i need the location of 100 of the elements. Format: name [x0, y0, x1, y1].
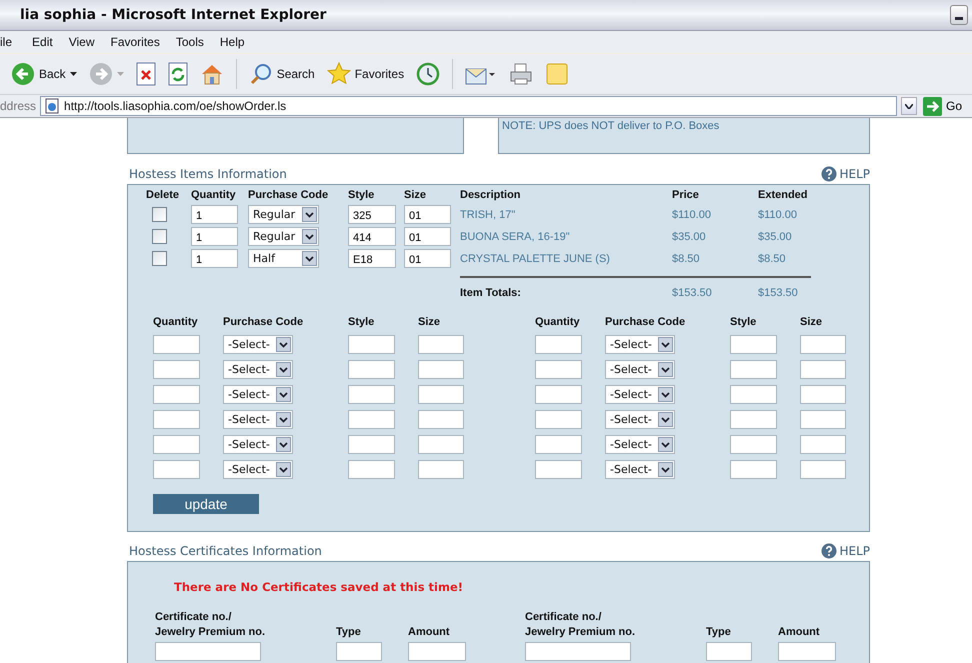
size-field[interactable] — [418, 385, 464, 404]
menu-item[interactable]: View — [60, 35, 102, 49]
purchase-code-select[interactable]: -Select- — [223, 410, 293, 429]
style-field[interactable] — [348, 435, 395, 454]
help-link[interactable]: HELP — [821, 166, 870, 182]
size-field[interactable] — [800, 335, 846, 354]
column-header: Size — [418, 315, 442, 330]
favorites-button[interactable]: Favorites — [324, 62, 408, 86]
purchase-code-select[interactable]: -Select- — [223, 460, 293, 479]
purchase-code-select[interactable]: -Select- — [223, 335, 293, 354]
quantity-field[interactable]: 1 — [191, 205, 238, 224]
back-button[interactable]: Back — [8, 62, 80, 86]
column-header: Style — [348, 315, 376, 330]
address-label: ddress — [0, 99, 36, 113]
caret-icon — [658, 412, 673, 427]
style-field[interactable] — [730, 360, 777, 379]
column-header: Extended — [758, 188, 809, 203]
type-field[interactable] — [336, 642, 382, 661]
size-field[interactable]: 01 — [404, 249, 451, 268]
column-header: Quantity — [191, 188, 237, 203]
size-field[interactable] — [800, 360, 846, 379]
style-field[interactable] — [730, 335, 777, 354]
size-field[interactable]: 01 — [404, 227, 451, 246]
quantity-field[interactable]: 1 — [191, 227, 238, 246]
certificate-number-field[interactable] — [155, 642, 261, 661]
no-certificates-message: There are No Certificates saved at this time! — [173, 579, 464, 594]
update-button[interactable]: update — [153, 494, 259, 514]
quantity-field[interactable] — [153, 335, 200, 354]
size-field[interactable] — [418, 360, 464, 379]
menu-item[interactable]: Help — [212, 35, 253, 49]
menu-item[interactable]: Favorites — [102, 35, 168, 49]
purchase-code-select[interactable]: -Select- — [223, 435, 293, 454]
quantity-field[interactable] — [153, 460, 200, 479]
quantity-field[interactable] — [153, 385, 200, 404]
quantity-field[interactable] — [535, 460, 582, 479]
style-field[interactable] — [348, 360, 395, 379]
style-field[interactable] — [348, 410, 395, 429]
size-field[interactable] — [418, 435, 464, 454]
style-field[interactable] — [730, 460, 777, 479]
extended-total: $153.50 — [758, 287, 799, 299]
style-field[interactable]: 325 — [348, 205, 396, 224]
style-field[interactable]: E18 — [348, 249, 396, 268]
amount-field[interactable] — [778, 642, 836, 661]
purchase-code-select[interactable]: Regular — [248, 205, 319, 224]
size-field[interactable] — [418, 410, 464, 429]
style-field[interactable]: 414 — [348, 227, 396, 246]
caret-icon — [70, 72, 77, 76]
style-field[interactable] — [730, 410, 777, 429]
purchase-code-select[interactable]: -Select- — [605, 385, 675, 404]
purchase-code-select[interactable]: -Select- — [605, 335, 675, 354]
style-field[interactable] — [730, 435, 777, 454]
quantity-field[interactable] — [535, 385, 582, 404]
delete-checkbox[interactable] — [152, 207, 167, 222]
quantity-field[interactable] — [535, 410, 582, 429]
menu-item[interactable]: ile — [0, 35, 24, 49]
help-link[interactable]: HELP — [821, 543, 870, 559]
quantity-field[interactable] — [153, 410, 200, 429]
minimize-icon — [955, 17, 963, 20]
column-header: Certificate no./ Jewelry Premium no. — [155, 610, 266, 640]
minimize-button[interactable] — [950, 5, 968, 25]
size-field[interactable] — [418, 460, 464, 479]
amount-field[interactable] — [408, 642, 466, 661]
size-field[interactable] — [800, 460, 846, 479]
help-icon — [821, 543, 838, 559]
purchase-code-select[interactable]: -Select- — [223, 360, 293, 379]
quantity-field[interactable]: 1 — [191, 249, 238, 268]
caret-icon — [302, 207, 317, 222]
type-field[interactable] — [706, 642, 752, 661]
address-field[interactable]: http://tools.liasophia.com/oe/showOrder.ls — [40, 96, 897, 116]
size-field[interactable] — [418, 335, 464, 354]
search-button[interactable]: Search — [246, 62, 318, 86]
certificate-number-field[interactable] — [525, 642, 631, 661]
purchase-code-select[interactable]: -Select- — [605, 460, 675, 479]
menu-item[interactable]: Edit — [24, 35, 61, 49]
quantity-field[interactable] — [535, 360, 582, 379]
quantity-field[interactable] — [535, 335, 582, 354]
purchase-code-select[interactable]: -Select- — [605, 410, 675, 429]
purchase-code-select[interactable]: -Select- — [605, 360, 675, 379]
style-field[interactable] — [730, 385, 777, 404]
quantity-field[interactable] — [535, 435, 582, 454]
note-icon — [545, 62, 570, 86]
purchase-code-select[interactable]: Half — [248, 249, 319, 268]
quantity-field[interactable] — [153, 360, 200, 379]
quantity-field[interactable] — [153, 435, 200, 454]
style-field[interactable] — [348, 385, 395, 404]
menu-item[interactable]: Tools — [168, 35, 212, 49]
size-field[interactable]: 01 — [404, 205, 451, 224]
size-field[interactable] — [800, 410, 846, 429]
size-field[interactable] — [800, 385, 846, 404]
delete-checkbox[interactable] — [152, 251, 167, 266]
style-field[interactable] — [348, 460, 395, 479]
delete-checkbox[interactable] — [152, 229, 167, 244]
purchase-code-select[interactable]: Regular — [248, 227, 319, 246]
dropdown-button[interactable] — [900, 97, 917, 115]
purchase-code-select[interactable]: -Select- — [223, 385, 293, 404]
style-field[interactable] — [348, 335, 395, 354]
clock-icon — [416, 62, 440, 86]
purchase-code-select[interactable]: -Select- — [605, 435, 675, 454]
size-field[interactable] — [800, 435, 846, 454]
go-button[interactable]: Go — [920, 96, 972, 116]
